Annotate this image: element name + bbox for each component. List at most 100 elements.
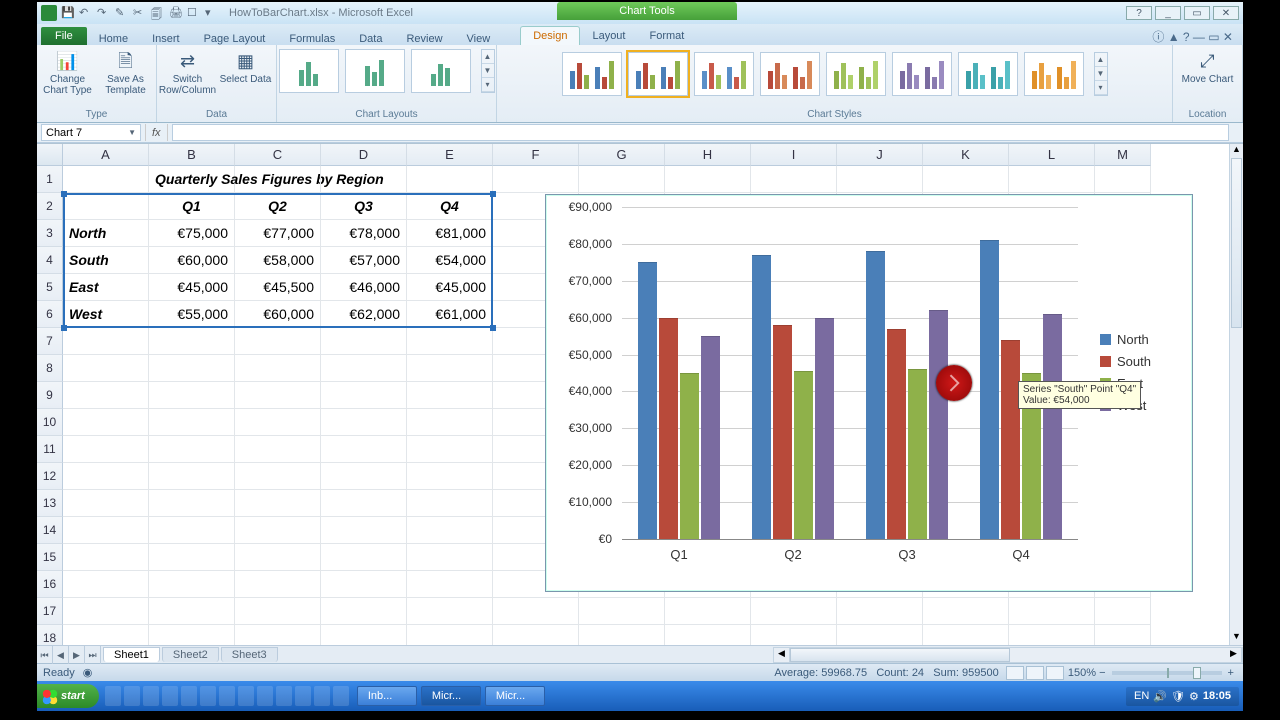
- legend-item[interactable]: North: [1100, 332, 1180, 347]
- cell[interactable]: [235, 598, 321, 625]
- column-header[interactable]: A: [63, 144, 149, 166]
- selection-handle[interactable]: [61, 191, 67, 197]
- cell[interactable]: [149, 355, 235, 382]
- cell[interactable]: €60,000: [235, 301, 321, 328]
- ribbon-help-area[interactable]: ⓘ ▲ ? — ▭ ✕: [1152, 28, 1243, 45]
- embedded-chart[interactable]: €0€10,000€20,000€30,000€40,000€50,000€60…: [545, 194, 1193, 592]
- bar-south[interactable]: [659, 318, 678, 539]
- bar-east[interactable]: [794, 371, 813, 539]
- cell[interactable]: [63, 409, 149, 436]
- tray-icon[interactable]: 🛡: [1171, 690, 1185, 703]
- cell[interactable]: [1009, 598, 1095, 625]
- maximize-button[interactable]: ▭: [1184, 6, 1210, 20]
- cell[interactable]: [149, 517, 235, 544]
- cell[interactable]: [321, 355, 407, 382]
- sheet-tab[interactable]: Sheet2: [162, 647, 219, 662]
- cell[interactable]: [235, 409, 321, 436]
- cell[interactable]: North: [63, 220, 149, 247]
- cell[interactable]: [751, 166, 837, 193]
- cell[interactable]: [579, 166, 665, 193]
- taskbar-task[interactable]: Micr...: [421, 686, 481, 706]
- cell[interactable]: [235, 625, 321, 645]
- column-header[interactable]: C: [235, 144, 321, 166]
- qat-icon[interactable]: 🖨: [169, 6, 183, 20]
- cell[interactable]: [63, 193, 149, 220]
- quick-access-toolbar[interactable]: 💾 ↶ ↷ ✎ ✂ 🗐 🖨 ☐ ▾: [61, 6, 219, 20]
- chart-style-swatch[interactable]: [958, 52, 1018, 96]
- bar-south[interactable]: [1001, 340, 1020, 539]
- cell[interactable]: €61,000: [407, 301, 493, 328]
- column-header[interactable]: J: [837, 144, 923, 166]
- cell[interactable]: [149, 544, 235, 571]
- cell[interactable]: [493, 166, 579, 193]
- cell[interactable]: [837, 598, 923, 625]
- move-chart-button[interactable]: ⤢ Move Chart: [1182, 47, 1234, 86]
- minimize-button[interactable]: _: [1155, 6, 1181, 20]
- cell[interactable]: €45,000: [407, 274, 493, 301]
- cell[interactable]: [579, 598, 665, 625]
- cell[interactable]: [235, 328, 321, 355]
- cell[interactable]: [407, 517, 493, 544]
- cell[interactable]: €77,000: [235, 220, 321, 247]
- row-header[interactable]: 2: [37, 193, 63, 220]
- zoom-out-button[interactable]: −: [1096, 667, 1105, 679]
- cell[interactable]: [923, 625, 1009, 645]
- cell[interactable]: [407, 490, 493, 517]
- selection-handle[interactable]: [61, 325, 67, 331]
- select-data-button[interactable]: ▦ Select Data: [220, 47, 272, 86]
- cell[interactable]: [63, 463, 149, 490]
- tab-layout[interactable]: Layout: [580, 27, 637, 45]
- row-header[interactable]: 7: [37, 328, 63, 355]
- column-header[interactable]: K: [923, 144, 1009, 166]
- bar-north[interactable]: [752, 255, 771, 539]
- cell[interactable]: Q3: [321, 193, 407, 220]
- worksheet-grid[interactable]: ABCDEFGHIJKLM 12345678910111213141516171…: [37, 143, 1243, 645]
- chart-style-swatch[interactable]: [562, 52, 622, 96]
- cell[interactable]: [235, 517, 321, 544]
- cell[interactable]: [1009, 625, 1095, 645]
- taskbar-task[interactable]: Micr...: [485, 686, 545, 706]
- cell[interactable]: South: [63, 247, 149, 274]
- bar-west[interactable]: [1043, 314, 1062, 539]
- cell[interactable]: [149, 382, 235, 409]
- cell[interactable]: [321, 382, 407, 409]
- tray-lang[interactable]: EN: [1134, 690, 1149, 702]
- row-header[interactable]: 6: [37, 301, 63, 328]
- tab-format[interactable]: Format: [637, 27, 696, 45]
- chart-bars[interactable]: [622, 207, 1078, 539]
- chart-layout-swatch[interactable]: [345, 49, 405, 93]
- cell[interactable]: [235, 166, 321, 193]
- cell[interactable]: [665, 598, 751, 625]
- qat-icon[interactable]: ✎: [115, 6, 129, 20]
- cell[interactable]: [579, 625, 665, 645]
- cell[interactable]: [63, 544, 149, 571]
- bar-west[interactable]: [701, 336, 720, 539]
- switch-row-column-button[interactable]: ⇄ Switch Row/Column: [162, 47, 214, 96]
- cell[interactable]: East: [63, 274, 149, 301]
- windows-taskbar[interactable]: start Inb... Micr... Micr... EN 🔊 🛡 ⚙ 18…: [37, 681, 1243, 711]
- cell[interactable]: [321, 436, 407, 463]
- cell[interactable]: [63, 328, 149, 355]
- cell[interactable]: [235, 571, 321, 598]
- cell[interactable]: [149, 625, 235, 645]
- row-header[interactable]: 10: [37, 409, 63, 436]
- select-all-corner[interactable]: [37, 144, 63, 166]
- cell[interactable]: [1095, 166, 1151, 193]
- bar-west[interactable]: [929, 310, 948, 539]
- chart-style-swatch[interactable]: [892, 52, 952, 96]
- cell[interactable]: [63, 625, 149, 645]
- cell[interactable]: [1009, 166, 1095, 193]
- fx-button[interactable]: fx: [145, 124, 168, 141]
- cell[interactable]: West: [63, 301, 149, 328]
- cell[interactable]: [235, 544, 321, 571]
- cell[interactable]: [63, 571, 149, 598]
- save-icon[interactable]: 💾: [61, 6, 75, 20]
- row-header[interactable]: 15: [37, 544, 63, 571]
- bar-east[interactable]: [680, 373, 699, 539]
- taskbar-task[interactable]: Inb...: [357, 686, 417, 706]
- cell[interactable]: [407, 463, 493, 490]
- name-box[interactable]: Chart 7▼: [41, 124, 141, 141]
- sheet-tab-active[interactable]: Sheet1: [103, 647, 160, 662]
- cell[interactable]: [149, 598, 235, 625]
- cell[interactable]: [321, 544, 407, 571]
